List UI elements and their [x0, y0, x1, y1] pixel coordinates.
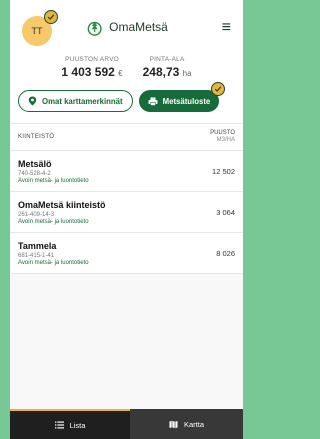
- tree-logo-icon: [87, 21, 102, 36]
- stat-value: PUUSTON ARVO 1 403 592 €: [61, 56, 122, 79]
- property-volume: 3 064: [216, 207, 235, 217]
- property-id: 740-528-4-2: [18, 170, 51, 177]
- property-id: 261-409-14-3: [18, 211, 55, 218]
- tab-list-label: Lista: [69, 420, 86, 430]
- open-data-link[interactable]: Avoin metsä- ja luontotieto: [18, 219, 106, 225]
- printer-icon: [148, 97, 158, 106]
- map-markers-button[interactable]: Omat karttamerkinnät: [18, 90, 133, 112]
- list-icon: [54, 421, 64, 429]
- avatar-initials: TT: [31, 26, 43, 36]
- summary-stats: PUUSTON ARVO 1 403 592 € PINTA-ALA 248,7…: [10, 56, 243, 79]
- check-badge-icon: [211, 82, 226, 96]
- avatar[interactable]: TT: [22, 10, 58, 46]
- table-row[interactable]: OmaMetsä kiinteistö 261-409-14-3 Avoin m…: [10, 192, 243, 233]
- stat-value-unit: €: [118, 69, 123, 78]
- property-volume: 12 502: [212, 166, 235, 176]
- stat-area: PINTA-ALA 248,73 ha: [143, 56, 192, 79]
- tab-list[interactable]: Lista: [10, 409, 130, 439]
- stat-value-number: 1 403 592: [61, 65, 115, 79]
- property-name: Metsälö: [18, 158, 52, 169]
- tab-map-label: Kartta: [183, 419, 204, 429]
- column-volume-unit: M3/HA: [216, 137, 235, 143]
- property-volume: 8 026: [216, 248, 235, 258]
- location-pin-icon: [28, 96, 37, 106]
- stat-value-label: PUUSTON ARVO: [65, 56, 119, 63]
- stat-area-number: 248,73: [142, 65, 180, 79]
- column-volume-label: PUUSTO: [210, 129, 235, 136]
- map-markers-label: Omat karttamerkinnät: [42, 96, 123, 106]
- brand-name: OmaMetsä: [109, 20, 168, 34]
- check-badge-icon: [44, 10, 58, 24]
- property-id: 681-415-1-41: [18, 252, 55, 259]
- stat-area-label: PINTA-ALA: [149, 56, 185, 63]
- table-row[interactable]: Tammela 681-415-1-41 Avoin metsä- ja luo…: [10, 233, 243, 274]
- column-property[interactable]: KIINTEISTÖ: [18, 134, 54, 140]
- app-screen: TT OmaMetsä ≡ PUUSTON ARVO 1 403 592 € P…: [10, 0, 243, 439]
- open-data-link[interactable]: Avoin metsä- ja luontotieto: [18, 178, 89, 184]
- property-name: OmaMetsä kiinteistö: [18, 199, 106, 210]
- action-buttons: Omat karttamerkinnät Metsätuloste: [18, 82, 235, 112]
- hamburger-menu-icon[interactable]: ≡: [222, 20, 231, 36]
- print-label: Metsätuloste: [162, 96, 211, 106]
- stat-area-unit: ha: [182, 69, 192, 78]
- property-list: Metsälö 740-528-4-2 Avoin metsä- ja luon…: [10, 151, 243, 274]
- list-empty-area: [10, 274, 243, 409]
- bottom-navigation: Lista Kartta: [10, 409, 243, 439]
- table-row[interactable]: Metsälö 740-528-4-2 Avoin metsä- ja luon…: [10, 151, 243, 192]
- property-name: Tammela: [18, 240, 57, 251]
- brand-logo: OmaMetsä: [85, 18, 168, 36]
- map-icon: [169, 420, 178, 428]
- print-button[interactable]: Metsätuloste: [138, 82, 226, 112]
- column-volume[interactable]: PUUSTO M3/HA: [210, 130, 235, 144]
- table-header: KIINTEISTÖ PUUSTO M3/HA: [10, 123, 243, 151]
- open-data-link[interactable]: Avoin metsä- ja luontotieto: [18, 260, 89, 266]
- tab-map[interactable]: Kartta: [130, 409, 243, 439]
